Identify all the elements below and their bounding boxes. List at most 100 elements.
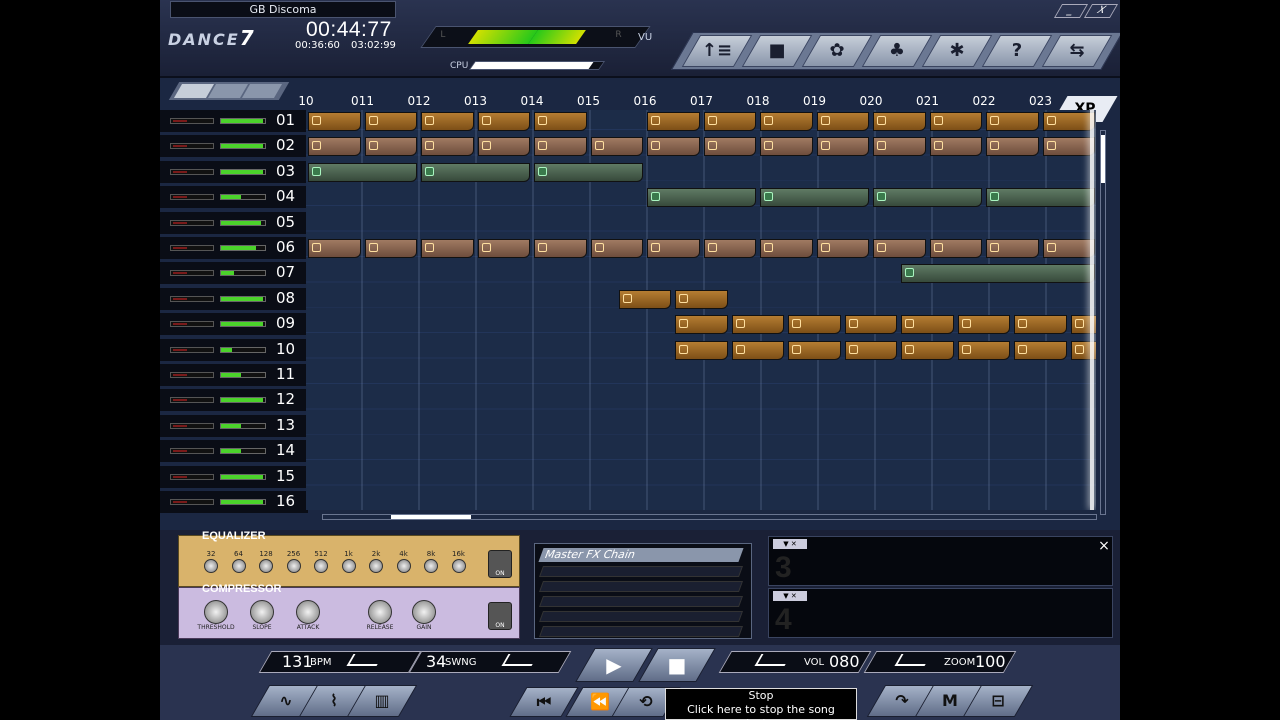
eq-band-slider[interactable]: 32 xyxy=(201,550,221,580)
pan-slider[interactable] xyxy=(170,270,214,277)
pan-slider[interactable] xyxy=(170,321,214,328)
compressor-knob[interactable]: RELEASE xyxy=(355,600,405,631)
sample-clip[interactable] xyxy=(901,340,954,360)
sample-clip[interactable] xyxy=(816,239,869,258)
pan-slider[interactable] xyxy=(170,168,214,175)
sample-clip[interactable] xyxy=(477,112,530,131)
sampler-button[interactable]: ♣ xyxy=(861,35,933,67)
track-header[interactable]: 06 xyxy=(160,237,308,259)
track-volume-slider[interactable] xyxy=(220,321,266,328)
fx-slot-4[interactable]: ▼ ✕ 4 xyxy=(768,588,1113,638)
eq-band-slider[interactable]: 2k xyxy=(366,550,386,580)
fx-slot-3[interactable]: ▼ ✕ 3 xyxy=(768,536,1113,586)
knob-icon[interactable] xyxy=(296,600,320,624)
fx-slot-3-controls[interactable]: ▼ ✕ xyxy=(773,539,807,549)
fx-slot[interactable] xyxy=(538,596,744,607)
track-volume-slider[interactable] xyxy=(220,245,266,251)
sample-clip[interactable] xyxy=(590,239,643,258)
eq-knob[interactable] xyxy=(286,559,301,573)
fx-chain-title[interactable]: Master FX Chain xyxy=(538,548,744,562)
sample-clip[interactable] xyxy=(1042,239,1095,258)
sample-clip[interactable] xyxy=(703,112,756,131)
vertical-scroll-thumb[interactable] xyxy=(1101,135,1105,183)
eq-knob[interactable] xyxy=(231,559,246,573)
pan-slider[interactable] xyxy=(170,245,214,251)
sample-clip[interactable] xyxy=(421,162,530,182)
knob-icon[interactable] xyxy=(204,600,228,624)
sample-clip[interactable] xyxy=(308,239,361,258)
track-header[interactable]: 02 xyxy=(160,135,308,158)
fx-slot[interactable] xyxy=(538,626,744,637)
piano-button[interactable]: ▥ xyxy=(346,685,418,717)
track-volume-slider[interactable] xyxy=(220,448,266,455)
pan-slider[interactable] xyxy=(170,473,214,480)
sample-clip[interactable] xyxy=(534,239,587,258)
sample-clip[interactable] xyxy=(929,239,982,258)
bar-number[interactable]: 014 xyxy=(512,94,552,108)
sample-clip[interactable] xyxy=(901,315,954,335)
track-header[interactable]: 04 xyxy=(160,186,308,209)
compressor-knob[interactable]: ATTACK xyxy=(283,600,333,631)
sample-clip[interactable] xyxy=(873,112,926,131)
sample-clip[interactable] xyxy=(760,112,813,131)
fx-slot[interactable] xyxy=(538,581,744,592)
sample-clip[interactable] xyxy=(788,315,841,335)
fx-close-button[interactable]: × xyxy=(1095,538,1113,554)
sample-clip[interactable] xyxy=(760,188,869,208)
pan-slider[interactable] xyxy=(170,397,214,404)
track-header[interactable]: 16 xyxy=(160,491,308,513)
sample-clip[interactable] xyxy=(590,137,643,157)
bar-number[interactable]: 021 xyxy=(908,94,948,108)
compressor-on-button[interactable]: ON xyxy=(488,602,512,630)
tracks-button[interactable]: ↑≡ xyxy=(681,35,753,67)
pan-slider[interactable] xyxy=(170,448,214,455)
track-volume-slider[interactable] xyxy=(220,168,266,175)
knob-icon[interactable] xyxy=(412,600,436,624)
track-header[interactable]: 10 xyxy=(160,338,308,361)
bar-number[interactable]: 012 xyxy=(399,94,439,108)
bar-number[interactable]: 022 xyxy=(964,94,1004,108)
equalizer-on-button[interactable]: ON xyxy=(488,550,512,578)
track-header[interactable]: 14 xyxy=(160,440,308,463)
track-volume-slider[interactable] xyxy=(220,372,266,378)
effects-button[interactable]: ✱ xyxy=(921,35,993,67)
knob-icon[interactable] xyxy=(250,600,274,624)
bar-number[interactable]: 018 xyxy=(738,94,778,108)
eq-knob[interactable] xyxy=(451,559,466,573)
sample-clip[interactable] xyxy=(1014,340,1067,360)
sample-clip[interactable] xyxy=(986,112,1039,131)
eq-knob[interactable] xyxy=(341,559,356,573)
sample-clip[interactable] xyxy=(929,137,982,157)
sample-clip[interactable] xyxy=(675,289,728,309)
sample-clip[interactable] xyxy=(957,315,1011,335)
horizontal-scrollbar[interactable] xyxy=(322,514,1097,520)
bar-number[interactable]: 013 xyxy=(456,94,496,108)
pan-slider[interactable] xyxy=(170,219,214,226)
stop-button[interactable]: ■ xyxy=(638,648,716,682)
sample-clip[interactable] xyxy=(986,239,1039,258)
eq-band-slider[interactable]: 64 xyxy=(229,550,249,580)
track-header[interactable]: 07 xyxy=(160,262,308,285)
eq-band-slider[interactable]: 128 xyxy=(256,550,276,580)
track-header[interactable]: 11 xyxy=(160,364,308,386)
sample-clip[interactable] xyxy=(534,112,587,131)
compressor-knob[interactable]: SLOPE xyxy=(237,600,287,631)
vertical-scrollbar[interactable] xyxy=(1100,130,1106,515)
track-header[interactable]: 09 xyxy=(160,313,308,336)
sample-clip[interactable] xyxy=(901,264,1095,284)
horizontal-scroll-thumb[interactable] xyxy=(391,515,471,519)
close-button[interactable]: X xyxy=(1083,4,1119,18)
fx-slot-4-controls[interactable]: ▼ ✕ xyxy=(773,591,807,601)
pan-slider[interactable] xyxy=(170,194,214,201)
eq-band-slider[interactable]: 1k xyxy=(339,550,359,580)
track-volume-slider[interactable] xyxy=(220,473,266,480)
compressor-knob[interactable]: THRESHOLD xyxy=(191,600,241,631)
pan-slider[interactable] xyxy=(170,346,214,353)
sample-clip[interactable] xyxy=(364,112,417,131)
drums-button[interactable]: ✿ xyxy=(801,35,873,67)
sample-clip[interactable] xyxy=(873,188,982,208)
sample-clip[interactable] xyxy=(844,340,898,360)
eq-knob[interactable] xyxy=(204,559,218,573)
sample-clip[interactable] xyxy=(873,137,926,157)
pan-slider[interactable] xyxy=(170,499,214,505)
